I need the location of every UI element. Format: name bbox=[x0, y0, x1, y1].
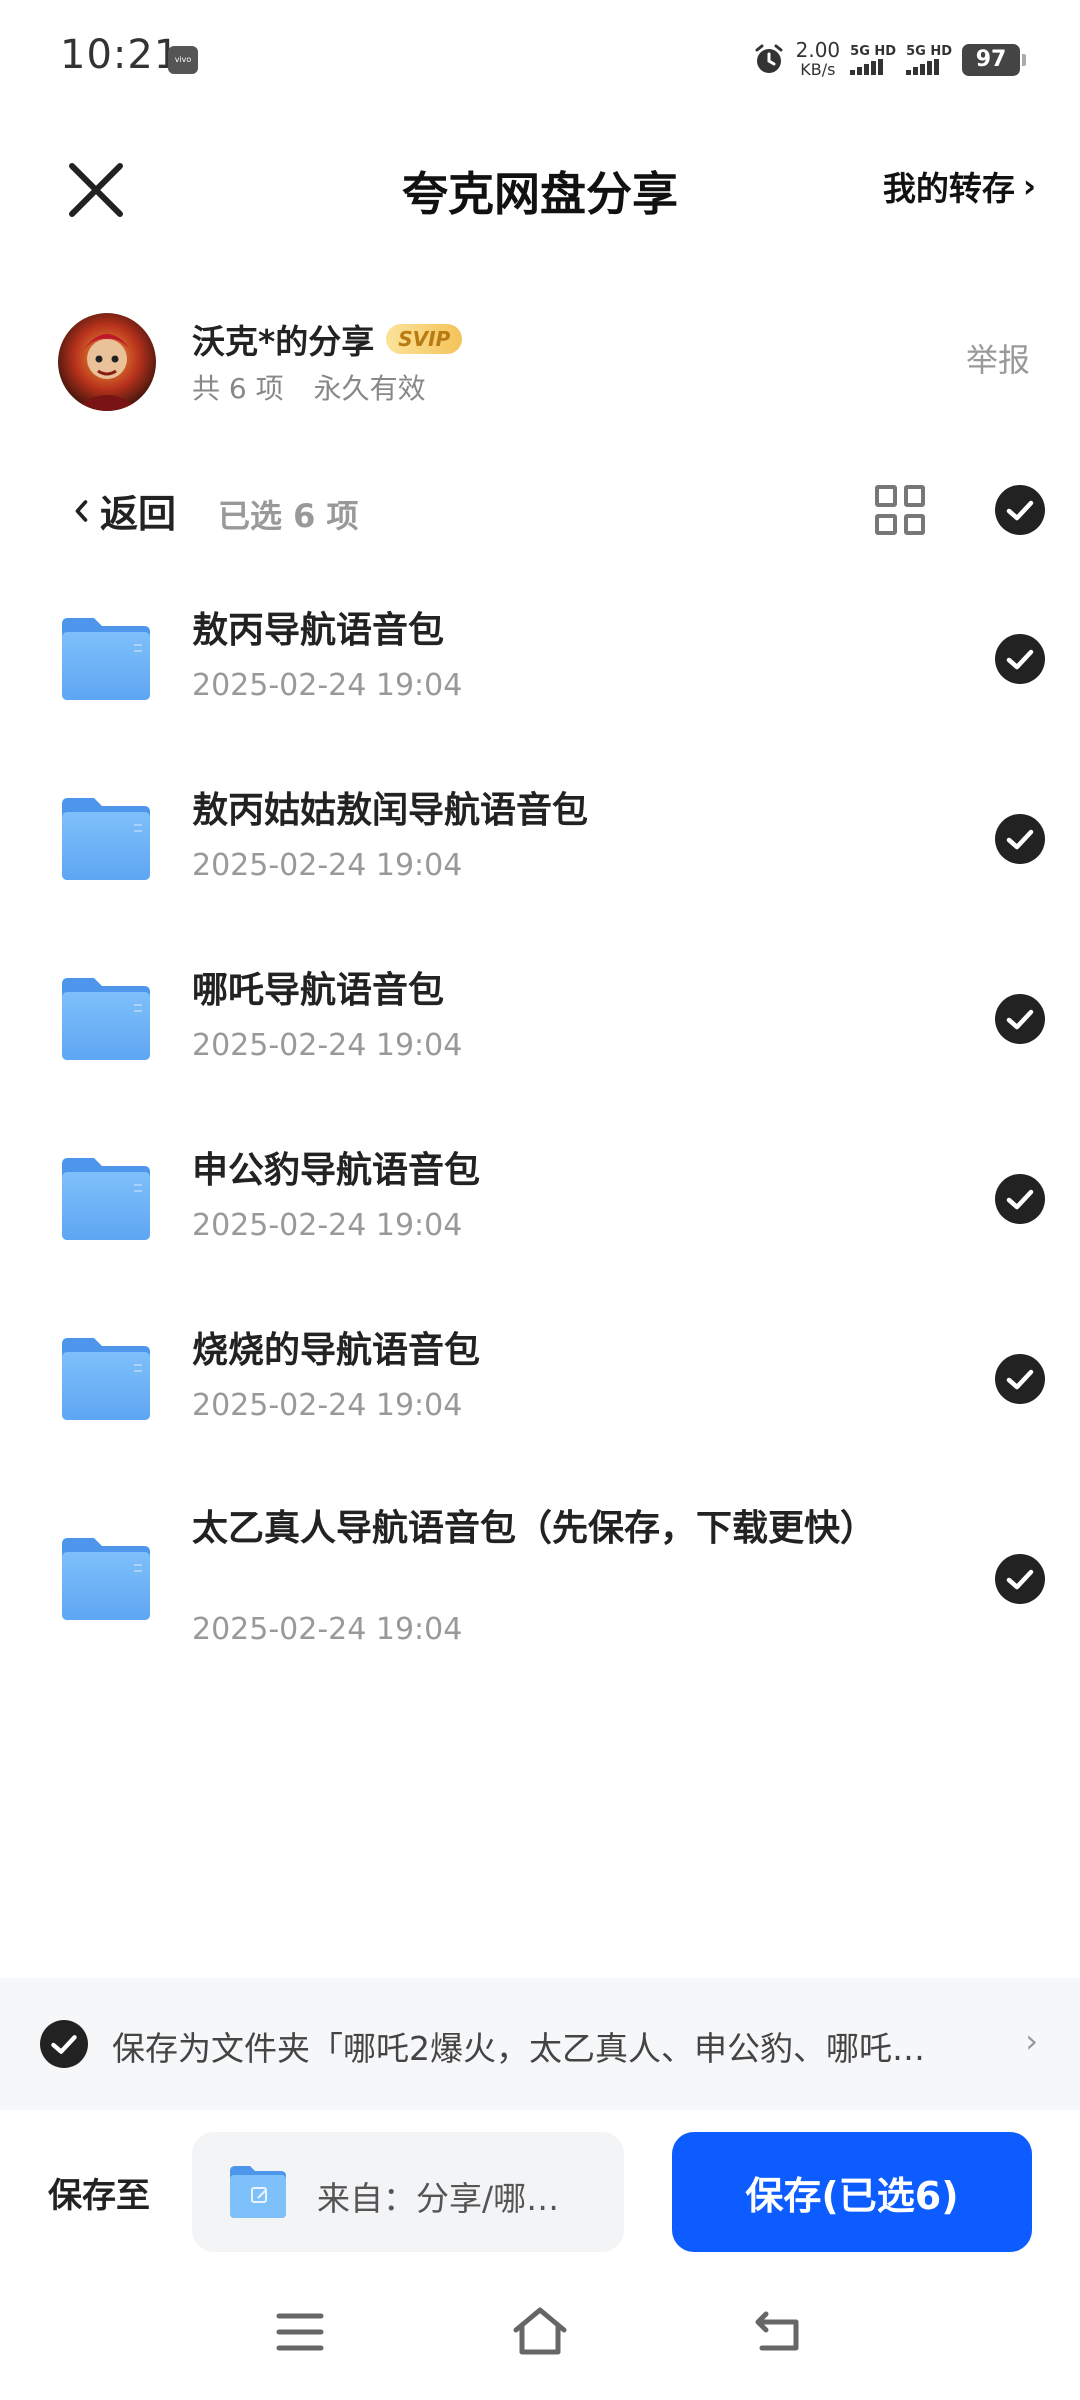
speed-unit: KB/s bbox=[800, 60, 836, 79]
save-button[interactable]: 保存(已选6) bbox=[672, 2132, 1032, 2252]
list-item[interactable]: 烧烧的导航语音包 2025-02-24 19:04 bbox=[0, 1290, 1080, 1470]
back-label: 返回 bbox=[100, 492, 177, 536]
selected-count: 已选 6 项 bbox=[218, 497, 359, 535]
check-icon bbox=[1006, 1009, 1034, 1030]
file-list: 敖丙导航语音包 2025-02-24 19:04 敖丙姑姑敖闰导航语音包 202… bbox=[0, 570, 1080, 1700]
home-icon[interactable] bbox=[510, 2304, 570, 2358]
chevron-left-icon bbox=[75, 499, 88, 522]
my-transfer-label: 我的转存 bbox=[882, 169, 1015, 208]
check-icon bbox=[1006, 500, 1034, 521]
battery-icon: 97 bbox=[962, 44, 1026, 76]
file-date: 2025-02-24 19:04 bbox=[192, 1208, 463, 1243]
sim2-label: 5G HD bbox=[906, 44, 952, 59]
file-name: 敖丙导航语音包 bbox=[192, 610, 445, 651]
close-button[interactable] bbox=[58, 152, 134, 228]
check-icon bbox=[1006, 649, 1034, 670]
list-item[interactable]: 敖丙姑姑敖闰导航语音包 2025-02-24 19:04 bbox=[0, 750, 1080, 930]
header: 夸克网盘分享 我的转存 › bbox=[0, 130, 1080, 240]
list-item[interactable]: 申公豹导航语音包 2025-02-24 19:04 bbox=[0, 1110, 1080, 1290]
file-date: 2025-02-24 19:04 bbox=[192, 1028, 463, 1063]
share-item-count: 共 6 项 bbox=[192, 372, 284, 405]
file-date: 2025-02-24 19:04 bbox=[192, 1388, 463, 1423]
selection-toolbar: 返回 已选 6 项 bbox=[0, 465, 1080, 555]
status-time: 10:21 bbox=[60, 32, 181, 78]
network-speed: 2.00 KB/s bbox=[796, 40, 841, 80]
save-as-folder-option[interactable]: 保存为文件夹「哪吒2爆火，太乙真人、申公豹、哪吒… › bbox=[0, 1978, 1080, 2110]
file-name: 太乙真人导航语音包（先保存，下载更快） bbox=[192, 1508, 877, 1549]
item-checkbox[interactable] bbox=[995, 1354, 1045, 1404]
item-checkbox[interactable] bbox=[995, 994, 1045, 1044]
status-bar: 10:21 vivo 2.00 KB/s 5G HD 5G HD 97 bbox=[0, 0, 1080, 120]
save-as-folder-label: 保存为文件夹「哪吒2爆火，太乙真人、申公豹、哪吒… bbox=[112, 2029, 925, 2068]
destination-path: 来自：分享/哪… bbox=[317, 2179, 560, 2218]
list-item[interactable]: 敖丙导航语音包 2025-02-24 19:04 bbox=[0, 570, 1080, 750]
item-checkbox[interactable] bbox=[995, 634, 1045, 684]
chevron-right-icon: › bbox=[1022, 167, 1036, 205]
item-checkbox[interactable] bbox=[995, 814, 1045, 864]
folder-icon bbox=[62, 1158, 150, 1240]
svip-badge: SVIP bbox=[386, 324, 463, 354]
alarm-icon bbox=[752, 43, 786, 77]
item-checkbox[interactable] bbox=[995, 1174, 1045, 1224]
folder-icon bbox=[62, 1338, 150, 1420]
file-name: 申公豹导航语音包 bbox=[192, 1150, 481, 1191]
file-date: 2025-02-24 19:04 bbox=[192, 1612, 463, 1647]
destination-picker[interactable]: 来自：分享/哪… bbox=[192, 2132, 624, 2252]
grid-view-icon[interactable] bbox=[875, 485, 925, 535]
file-name: 烧烧的导航语音包 bbox=[192, 1330, 481, 1371]
list-item[interactable]: 哪吒导航语音包 2025-02-24 19:04 bbox=[0, 930, 1080, 1110]
folder-icon bbox=[62, 798, 150, 880]
list-item[interactable]: 太乙真人导航语音包（先保存，下载更快） 2025-02-24 19:04 bbox=[0, 1470, 1080, 1700]
item-checkbox[interactable] bbox=[995, 1554, 1045, 1604]
back-icon[interactable] bbox=[752, 2308, 804, 2354]
my-transfer-link[interactable]: 我的转存 › bbox=[883, 162, 1036, 210]
folder-icon bbox=[62, 1538, 150, 1620]
brand-badge: vivo bbox=[168, 46, 198, 74]
folder-icon bbox=[62, 618, 150, 700]
share-owner-name: 沃克*的分享 bbox=[192, 322, 375, 361]
check-icon bbox=[1006, 1369, 1034, 1390]
speed-value: 2.00 bbox=[795, 38, 841, 62]
back-button[interactable]: 返回 bbox=[72, 483, 176, 538]
signal-sim2: 5G HD bbox=[906, 45, 952, 75]
sim1-label: 5G HD bbox=[850, 44, 897, 59]
system-nav-bar bbox=[0, 2290, 1080, 2380]
check-icon bbox=[51, 2035, 77, 2054]
signal-bars-icon bbox=[850, 59, 884, 75]
share-owner-row: 沃克*的分享 SVIP bbox=[192, 315, 463, 363]
select-all-checkbox[interactable] bbox=[995, 485, 1045, 535]
signal-sim1: 5G HD bbox=[850, 45, 896, 75]
folder-icon bbox=[62, 978, 150, 1060]
signal-bars-icon bbox=[906, 59, 940, 75]
share-validity: 永久有效 bbox=[313, 372, 426, 405]
menu-icon[interactable] bbox=[275, 2310, 325, 2354]
file-date: 2025-02-24 19:04 bbox=[192, 848, 463, 883]
check-icon bbox=[1006, 1569, 1034, 1590]
folder-edit-icon bbox=[230, 2166, 286, 2218]
report-button[interactable]: 举报 bbox=[966, 335, 1030, 381]
check-icon bbox=[1006, 1189, 1034, 1210]
chevron-right-icon: › bbox=[1025, 2022, 1038, 2060]
save-to-label: 保存至 bbox=[48, 2176, 150, 2216]
status-icons: 2.00 KB/s 5G HD 5G HD 97 bbox=[752, 38, 1026, 82]
share-info: 沃克*的分享 SVIP 共 6 项 永久有效 举报 bbox=[0, 305, 1080, 415]
share-meta: 共 6 项 永久有效 bbox=[192, 367, 426, 407]
bottom-action-bar: 保存至 来自：分享/哪… 保存(已选6) bbox=[0, 2110, 1080, 2270]
check-icon bbox=[1006, 829, 1034, 850]
file-date: 2025-02-24 19:04 bbox=[192, 668, 463, 703]
file-name: 哪吒导航语音包 bbox=[192, 970, 445, 1011]
save-as-folder-checkbox[interactable] bbox=[40, 2020, 88, 2068]
close-icon bbox=[69, 163, 123, 217]
avatar bbox=[58, 313, 156, 411]
file-name: 敖丙姑姑敖闰导航语音包 bbox=[192, 790, 589, 831]
